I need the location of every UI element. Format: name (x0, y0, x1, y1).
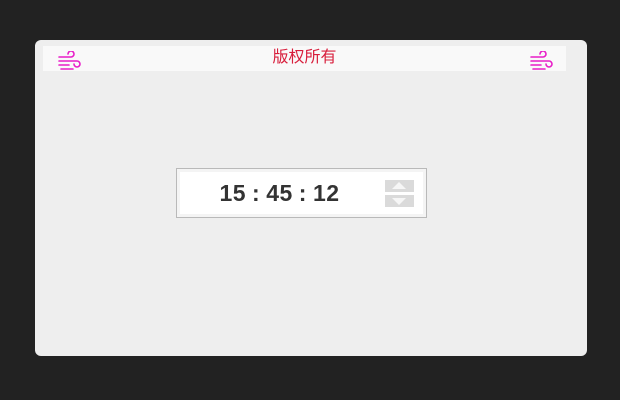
minutes-field[interactable]: 45 (266, 169, 293, 217)
triangle-up-icon (392, 182, 406, 189)
time-separator: : (298, 180, 307, 206)
seconds-field[interactable]: 12 (313, 169, 340, 217)
app-card: 版权所有 15:45:12 (35, 40, 587, 356)
decrement-button[interactable] (385, 195, 414, 207)
increment-button[interactable] (385, 180, 414, 192)
triangle-down-icon (392, 198, 406, 205)
wind-icon (529, 50, 553, 71)
time-display[interactable]: 15:45:12 (177, 169, 382, 217)
time-separator: : (252, 180, 261, 206)
hours-field[interactable]: 15 (219, 169, 246, 217)
time-spinner[interactable]: 15:45:12 (176, 168, 427, 218)
copyright-title: 版权所有 (272, 47, 337, 66)
header-bar: 版权所有 (43, 46, 566, 71)
